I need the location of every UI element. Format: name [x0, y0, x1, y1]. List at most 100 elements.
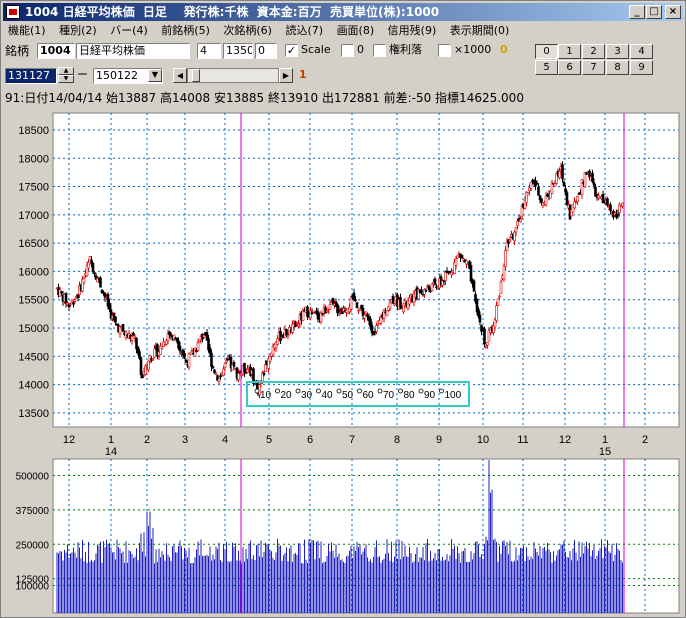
num-button-8[interactable]: 8	[606, 60, 629, 75]
period-label: 60	[363, 390, 375, 401]
candle-body	[609, 204, 612, 211]
menu-screen[interactable]: 画面(8)	[332, 22, 380, 40]
candle-body	[295, 322, 299, 325]
month-label: 8	[394, 434, 400, 446]
candle-body	[82, 278, 86, 284]
candle-body	[498, 295, 501, 298]
candle-body	[460, 255, 464, 259]
candle-body	[430, 283, 434, 292]
chart-svg[interactable]: 13500 14000 14500 15000 15500 16000 16500 17000…	[5, 107, 683, 617]
candle-body	[91, 262, 95, 273]
num-button-0[interactable]: 0	[535, 44, 558, 59]
candle-body	[189, 352, 192, 355]
date-spin-up[interactable]: ▲	[58, 67, 74, 75]
param-field-2[interactable]: 1350	[223, 43, 253, 59]
num-button-4[interactable]: 4	[630, 44, 653, 59]
menu-next-symbol[interactable]: 次銘柄(6)	[218, 22, 277, 40]
candle-body	[456, 255, 459, 259]
candle-body	[550, 182, 554, 194]
menu-margin[interactable]: 信用残(9)	[383, 22, 442, 40]
candle-body	[93, 272, 96, 275]
period-marker	[439, 388, 444, 394]
candle-body	[424, 290, 428, 292]
symbol-code-field[interactable]: 1004	[37, 43, 75, 59]
period-marker	[357, 388, 362, 394]
info-bar: 91:日付14/04/14 始13887 高14008 安13885 終1391…	[5, 91, 524, 105]
candle-body	[64, 292, 68, 304]
num-button-9[interactable]: 9	[630, 60, 653, 75]
symbol-name-field[interactable]: 日経平均株価	[76, 43, 190, 59]
month-label: 5	[266, 434, 272, 446]
num-button-5[interactable]: 5	[535, 60, 558, 75]
scroll-thumb[interactable]	[192, 69, 200, 82]
app-icon	[6, 5, 20, 19]
badge-zero: 0	[500, 43, 508, 56]
menu-display-period[interactable]: 表示期間(0)	[445, 22, 515, 40]
menu-kinou[interactable]: 機能(1)	[3, 22, 51, 40]
candle-body	[354, 299, 357, 301]
menu-bar-type[interactable]: バー(4)	[105, 22, 153, 40]
menu-prev-symbol[interactable]: 前銘柄(5)	[156, 22, 215, 40]
period-label: 90	[424, 390, 436, 401]
close-button[interactable]: ×	[665, 5, 681, 19]
candle-body	[591, 172, 594, 182]
scale-label: Scale	[301, 43, 331, 56]
date-spin-down[interactable]: ▼	[58, 75, 74, 83]
period-label: 10	[260, 390, 272, 401]
volume-tick-label: 125000	[16, 575, 50, 586]
candle-body	[375, 325, 378, 332]
num-button-1[interactable]: 1	[558, 44, 581, 59]
candle-body	[190, 350, 194, 352]
volume-tick-label: 250000	[16, 540, 50, 551]
candle-body	[183, 352, 186, 358]
candle-body	[187, 353, 191, 368]
period-label: 40	[322, 390, 334, 401]
menu-load[interactable]: 読込(7)	[280, 22, 328, 40]
x1000-checkbox[interactable]	[438, 44, 451, 57]
scroll-track[interactable]	[187, 68, 279, 83]
candle-body	[262, 372, 266, 376]
candle-body	[138, 351, 141, 359]
param-field-3[interactable]: 0	[255, 43, 277, 59]
maximize-button[interactable]: □	[646, 5, 662, 19]
date-to-dropdown-icon[interactable]: ▼	[148, 69, 162, 82]
kenri-checkbox[interactable]	[373, 44, 386, 57]
candle-body	[108, 303, 111, 310]
month-label: 9	[436, 434, 442, 446]
candle-body	[301, 310, 305, 321]
candle-body	[73, 299, 77, 302]
candle-body	[232, 362, 236, 367]
num-button-7[interactable]: 7	[582, 60, 605, 75]
month-label: 12	[63, 434, 75, 446]
price-tick-label: 15000	[18, 323, 49, 335]
period-marker	[336, 388, 342, 394]
num-button-6[interactable]: 6	[558, 60, 581, 75]
param-field-1[interactable]: 4	[197, 43, 221, 59]
menu-shubetsu[interactable]: 種別(2)	[54, 22, 102, 40]
candle-body	[558, 171, 561, 179]
price-tick-label: 16500	[18, 238, 49, 250]
candle-body	[213, 369, 216, 374]
date-to-value: 150122	[96, 69, 138, 82]
month-label: 6	[307, 434, 313, 446]
scale-checkbox[interactable]: ✓	[285, 44, 298, 57]
scroll-right-button[interactable]: ▶	[279, 68, 293, 83]
candle-body	[310, 312, 314, 314]
candle-body	[540, 198, 543, 203]
date-from-field[interactable]: 131127	[5, 68, 57, 84]
zero-checkbox[interactable]	[341, 44, 354, 57]
scroll-left-button[interactable]: ◀	[173, 68, 187, 83]
month-label: 11	[517, 434, 528, 446]
candle-body	[69, 303, 72, 306]
minimize-button[interactable]: _	[629, 5, 645, 19]
candle-body	[202, 334, 206, 338]
candle-body	[153, 348, 156, 358]
candle-body	[147, 360, 150, 371]
num-button-3[interactable]: 3	[606, 44, 629, 59]
x1000-label: ×1000	[454, 43, 492, 56]
candle-body	[72, 302, 75, 305]
num-button-2[interactable]: 2	[582, 44, 605, 59]
candle-body	[469, 265, 473, 282]
candle-body	[198, 339, 201, 343]
candle-body	[427, 285, 431, 290]
